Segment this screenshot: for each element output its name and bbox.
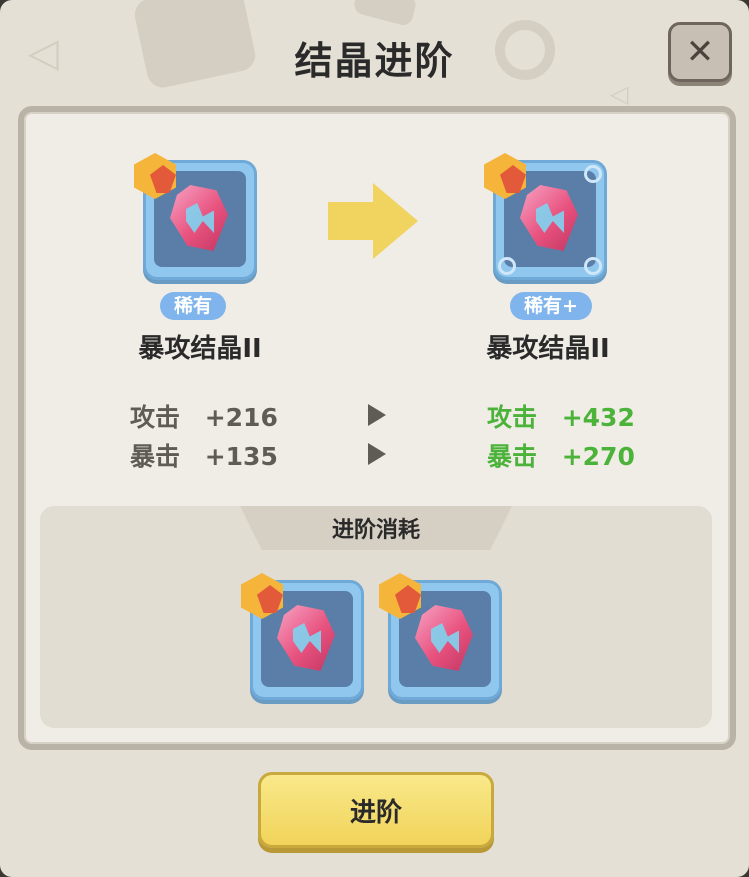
dialog-title: 结晶进阶: [294, 39, 455, 83]
close-icon: ✕: [685, 32, 715, 72]
advance-button-label: 进阶: [349, 797, 402, 828]
stat-label: 暴击: [487, 442, 538, 471]
stat-value: +135: [204, 442, 278, 471]
background-decoration: [352, 0, 418, 28]
cost-title: 进阶消耗: [240, 506, 512, 550]
stat-label: 攻击: [487, 403, 538, 432]
crystal-advance-dialog: ◁ ◁ 结晶进阶 ✕ 稀有 暴攻结晶II 稀有+ 暴攻结晶II 攻击 +216 …: [0, 0, 749, 877]
stat-row-crit-after: 暴击 +270: [487, 437, 635, 473]
stat-label: 攻击: [130, 403, 181, 432]
item-name-after: 暴攻结晶II: [486, 334, 610, 364]
close-button[interactable]: ✕: [668, 22, 732, 82]
stat-row-attack-before: 攻击 +216: [130, 398, 278, 434]
stat-value: +216: [204, 403, 278, 432]
stat-label: 暴击: [130, 442, 181, 471]
crystal-card-before[interactable]: [134, 153, 257, 280]
stat-value: +270: [561, 442, 635, 471]
ornament-corner-icon: [584, 257, 602, 275]
ornament-corner-icon: [498, 257, 516, 275]
cost-item[interactable]: [241, 573, 364, 700]
crystal-card-after[interactable]: [484, 153, 607, 280]
stat-row-crit-before: 暴击 +135: [130, 437, 278, 473]
ornament-corner-icon: [584, 165, 602, 183]
rarity-badge-after: 稀有+: [510, 292, 592, 320]
stat-value: +432: [561, 403, 635, 432]
rarity-badge-before: 稀有: [160, 292, 227, 320]
advance-button[interactable]: 进阶: [258, 772, 494, 848]
item-name-before: 暴攻结晶II: [138, 334, 262, 364]
cost-item[interactable]: [379, 573, 502, 700]
stat-row-attack-after: 攻击 +432: [487, 398, 635, 434]
